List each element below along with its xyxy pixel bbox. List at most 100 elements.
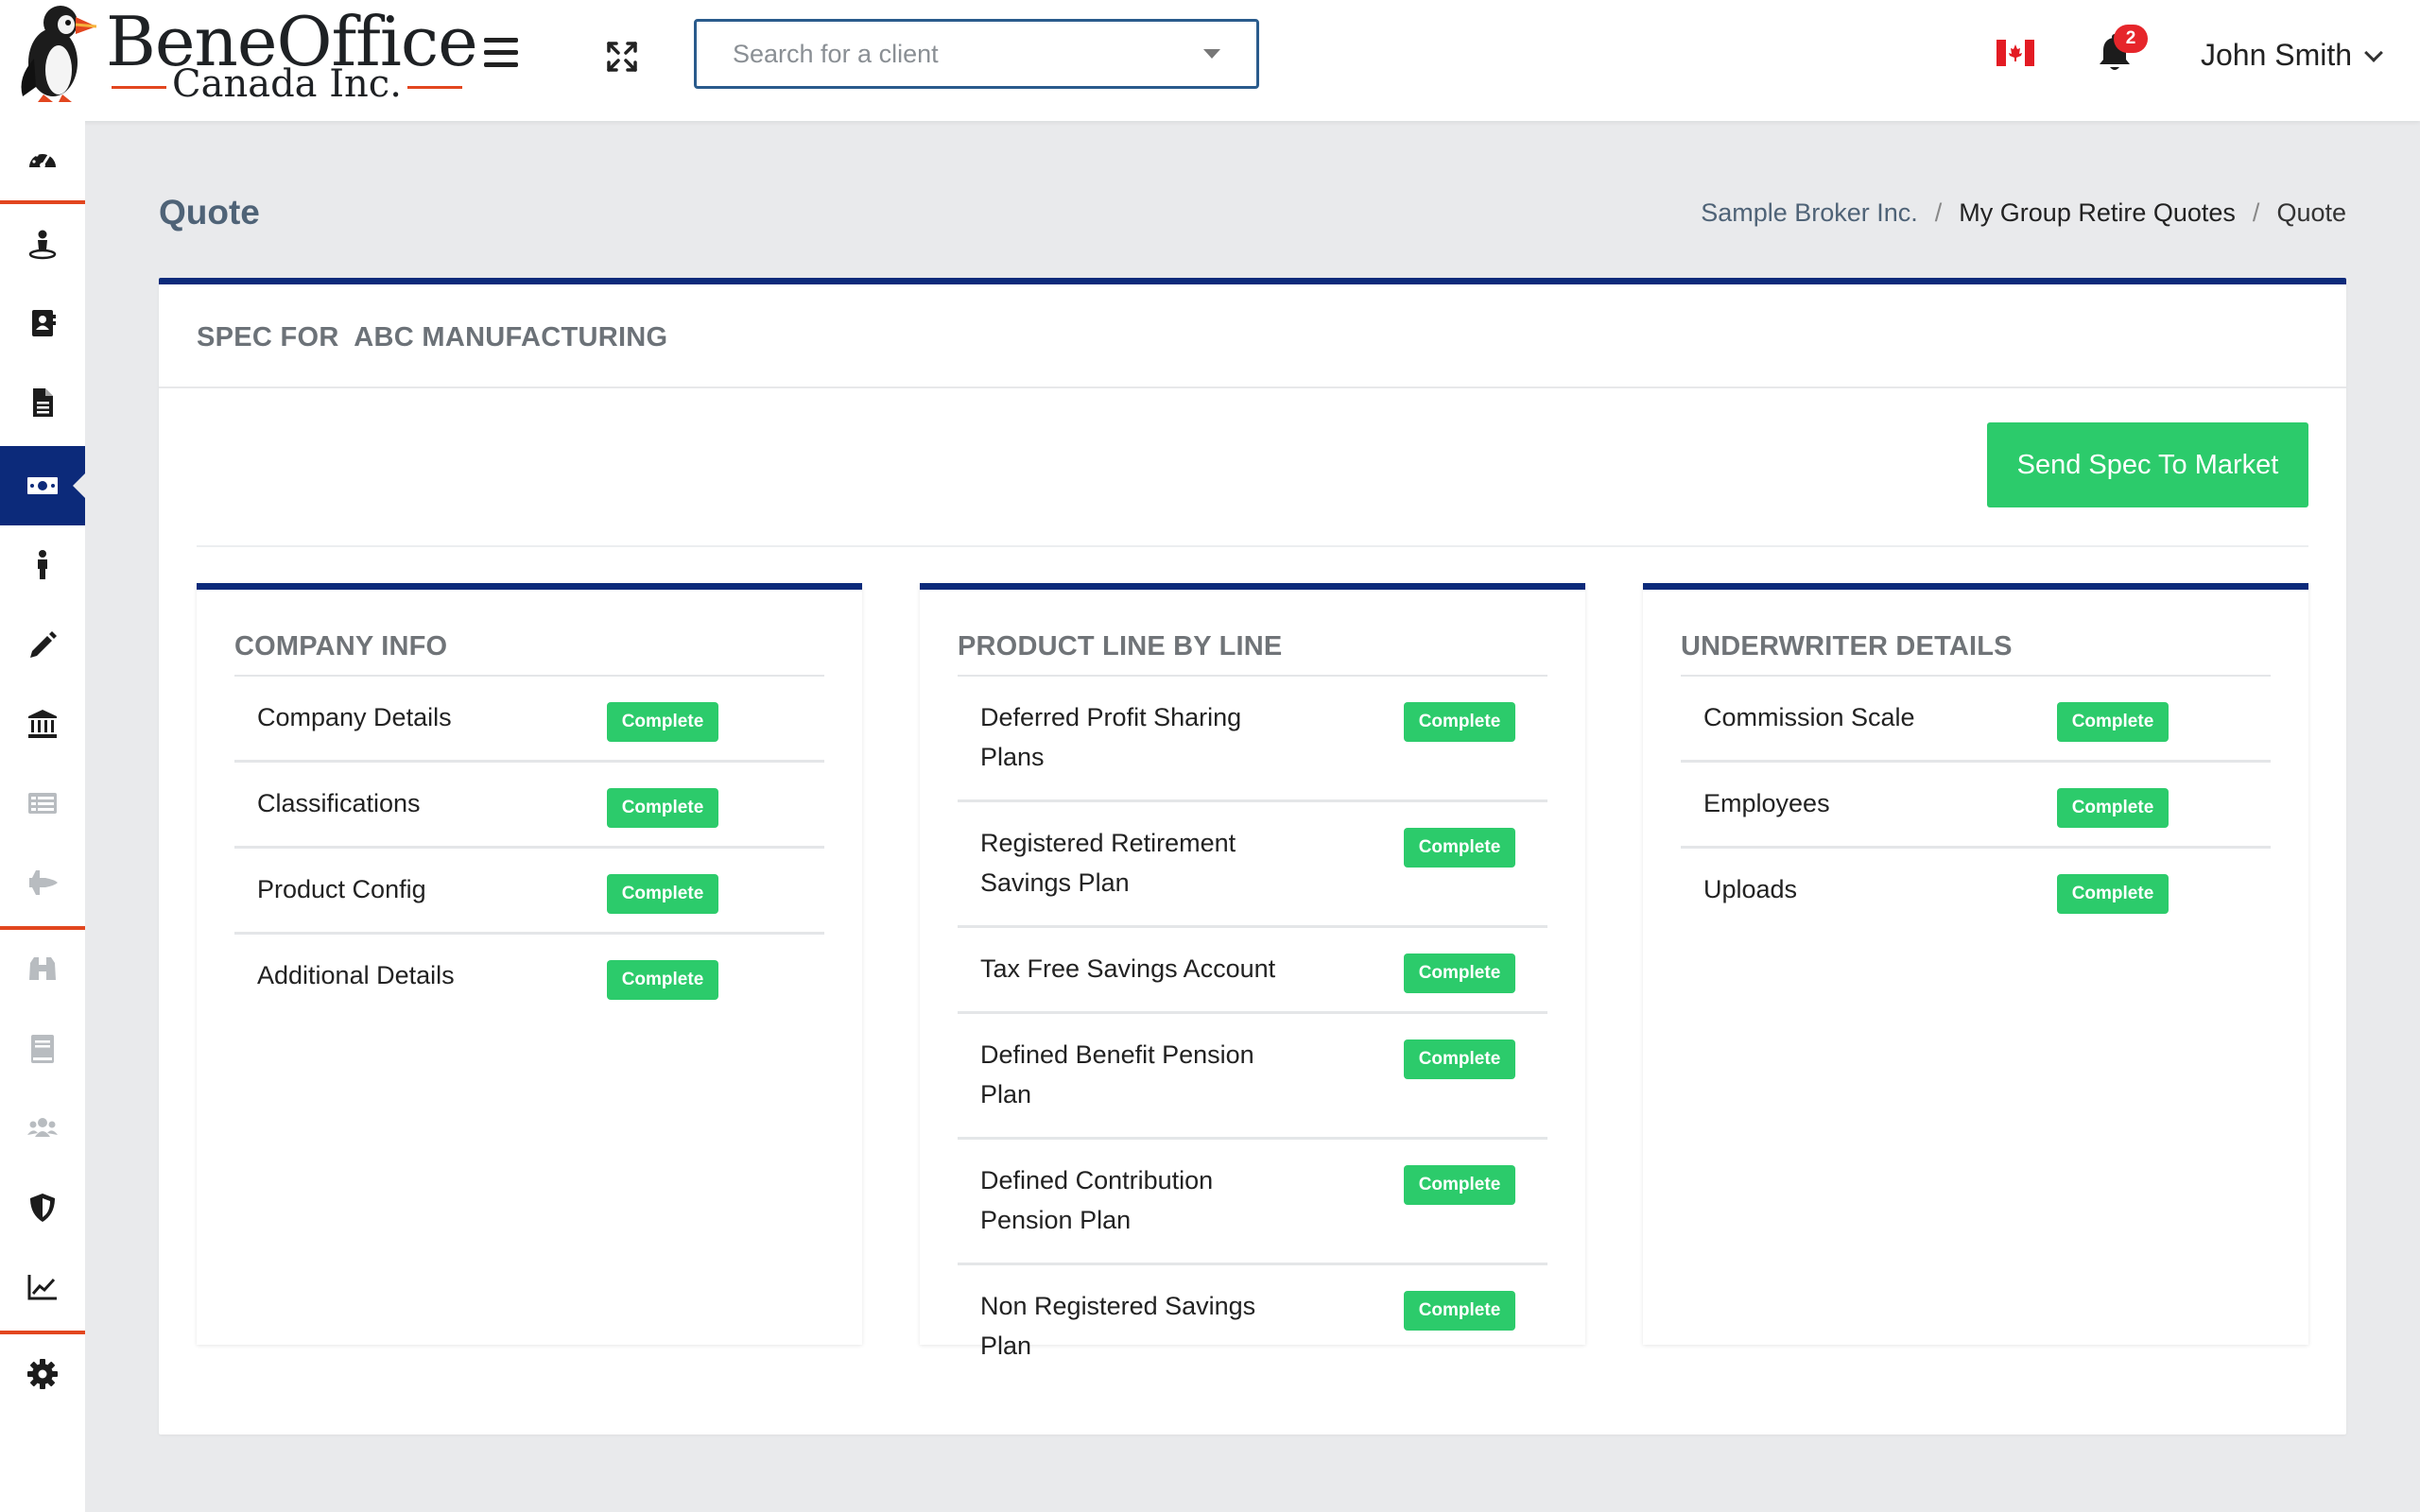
list-item-label: Product Config	[257, 875, 426, 903]
status-badge: Complete	[2057, 874, 2169, 914]
sidebar-item-shield[interactable]	[0, 1168, 85, 1247]
list-item-employees[interactable]: Employees Complete	[1681, 763, 2271, 849]
list-item-label: Commission Scale	[1703, 703, 1915, 731]
status-badge: Complete	[1404, 1165, 1515, 1205]
sidebar-item-dashboard[interactable]	[0, 121, 85, 200]
list-item-nrsp[interactable]: Non Registered Savings Plan Complete	[958, 1265, 1547, 1388]
logo-subtitle: Canada Inc.	[106, 62, 468, 106]
chevron-down-icon[interactable]	[1203, 49, 1220, 59]
status-badge: Complete	[1404, 1040, 1515, 1079]
puffin-icon	[21, 6, 97, 102]
money-bill-icon	[27, 477, 58, 494]
sidebar-item-documents[interactable]	[0, 363, 85, 442]
sidebar-item-edit[interactable]	[0, 605, 85, 684]
status-badge: Complete	[607, 702, 718, 742]
list-item-label: Classifications	[257, 789, 421, 817]
sidebar-item-book[interactable]	[0, 1009, 85, 1089]
sidebar-item-contacts[interactable]	[0, 284, 85, 363]
menu-bar	[484, 62, 518, 67]
sidebar-item-list[interactable]	[0, 764, 85, 843]
sidebar-item-bank[interactable]	[0, 684, 85, 764]
breadcrumb-link-quotes[interactable]: My Group Retire Quotes	[1959, 198, 2236, 227]
sidebar-item-user-location[interactable]	[0, 204, 85, 284]
user-name: John Smith	[2201, 38, 2353, 72]
list-item-dcpp[interactable]: Defined Contribution Pension Plan Complet…	[958, 1140, 1547, 1265]
list-item-tfsa[interactable]: Tax Free Savings Account Complete	[958, 928, 1547, 1014]
list-item-label: Company Details	[257, 703, 452, 731]
chevron-down-icon	[2364, 43, 2383, 62]
notification-count-badge[interactable]: 2	[2114, 25, 2148, 53]
cog-icon	[27, 1359, 58, 1389]
page-title: Quote	[159, 193, 260, 232]
status-badge: Complete	[1404, 954, 1515, 993]
sidebar-item-shuttle[interactable]	[0, 843, 85, 922]
list-item-label: Uploads	[1703, 875, 1798, 903]
status-badge: Complete	[607, 788, 718, 828]
list-icon	[28, 793, 57, 814]
panel-title: PRODUCT LINE BY LINE	[958, 631, 1283, 662]
client-search-input[interactable]	[697, 22, 1256, 86]
status-badge: Complete	[2057, 788, 2169, 828]
shuttle-icon	[29, 870, 58, 895]
sidebar	[0, 121, 86, 1512]
send-spec-to-market-button[interactable]: Send Spec To Market	[1987, 422, 2308, 507]
fullscreen-icon[interactable]	[605, 40, 639, 74]
logo-subtitle-text: Canada Inc.	[172, 62, 402, 106]
status-badge: Complete	[1404, 1291, 1515, 1331]
logo-rule-left	[112, 85, 166, 89]
list-item-label: Additional Details	[257, 961, 455, 989]
document-icon	[33, 388, 53, 417]
sidebar-item-settings[interactable]	[0, 1334, 85, 1414]
status-badge: Complete	[1404, 828, 1515, 868]
list-item-product-config[interactable]: Product Config Complete	[234, 849, 824, 935]
spec-card-title: SPEC FOR ABC MANUFACTURING	[197, 322, 668, 352]
underwriter-details-list: Commission Scale Complete Employees Comple…	[1681, 677, 2271, 932]
top-bar: BeneOffice Canada Inc. 2 J	[0, 0, 2420, 121]
users-icon	[27, 1118, 58, 1137]
menu-bar	[484, 38, 518, 43]
status-badge: Complete	[1404, 702, 1515, 742]
list-item-dpsp[interactable]: Deferred Profit Sharing Plans Complete	[958, 677, 1547, 802]
list-item-company-details[interactable]: Company Details Complete	[234, 677, 824, 763]
spec-card-header: SPEC FOR ABC MANUFACTURING	[159, 284, 2346, 388]
dashboard-icon	[29, 150, 56, 168]
list-item-classifications[interactable]: Classifications Complete	[234, 763, 824, 849]
company-info-panel: COMPANY INFO Company Details Complete Cla…	[197, 583, 862, 1345]
list-item-rrsp[interactable]: Registered Retirement Savings Plan Comple…	[958, 802, 1547, 928]
list-item-label: Employees	[1703, 789, 1830, 817]
menu-bar	[484, 50, 518, 55]
logo-rule-right	[406, 85, 462, 89]
person-icon	[38, 550, 47, 579]
divider	[197, 545, 2308, 547]
user-location-icon	[28, 230, 57, 260]
status-badge: Complete	[2057, 702, 2169, 742]
user-menu[interactable]: John Smith	[2201, 38, 2383, 73]
address-book-icon	[32, 310, 56, 336]
spec-card: SPEC FOR ABC MANUFACTURING Send Spec To …	[159, 278, 2346, 1435]
company-logo[interactable]: BeneOffice Canada Inc.	[11, 0, 478, 113]
sidebar-item-binoculars[interactable]	[0, 930, 85, 1009]
panel-title: UNDERWRITER DETAILS	[1681, 631, 2013, 662]
menu-toggle-icon[interactable]	[484, 38, 518, 70]
list-item-additional-details[interactable]: Additional Details Complete	[234, 935, 824, 1018]
sidebar-item-reports[interactable]	[0, 1247, 85, 1327]
sidebar-item-person[interactable]	[0, 525, 85, 605]
list-item-dbpp[interactable]: Defined Benefit Pension Plan Complete	[958, 1014, 1547, 1140]
pencil-icon	[30, 631, 57, 658]
list-item-uploads[interactable]: Uploads Complete	[1681, 849, 2271, 932]
shield-icon	[30, 1194, 55, 1222]
book-icon	[31, 1035, 54, 1063]
client-search-select[interactable]	[694, 19, 1259, 89]
panel-title: COMPANY INFO	[234, 631, 448, 662]
status-badge: Complete	[607, 960, 718, 1000]
list-item-commission-scale[interactable]: Commission Scale Complete	[1681, 677, 2271, 763]
breadcrumb-separator: /	[2252, 198, 2260, 227]
bank-icon	[28, 710, 57, 738]
breadcrumb-link-broker[interactable]: Sample Broker Inc.	[1701, 198, 1918, 227]
sidebar-item-users[interactable]	[0, 1089, 85, 1168]
chart-line-icon	[27, 1275, 57, 1300]
sidebar-item-quotes[interactable]	[0, 446, 86, 525]
canada-flag-icon[interactable]	[1996, 40, 2034, 66]
breadcrumb-separator: /	[1934, 198, 1943, 227]
company-info-list: Company Details Complete Classifications C…	[234, 677, 824, 1018]
